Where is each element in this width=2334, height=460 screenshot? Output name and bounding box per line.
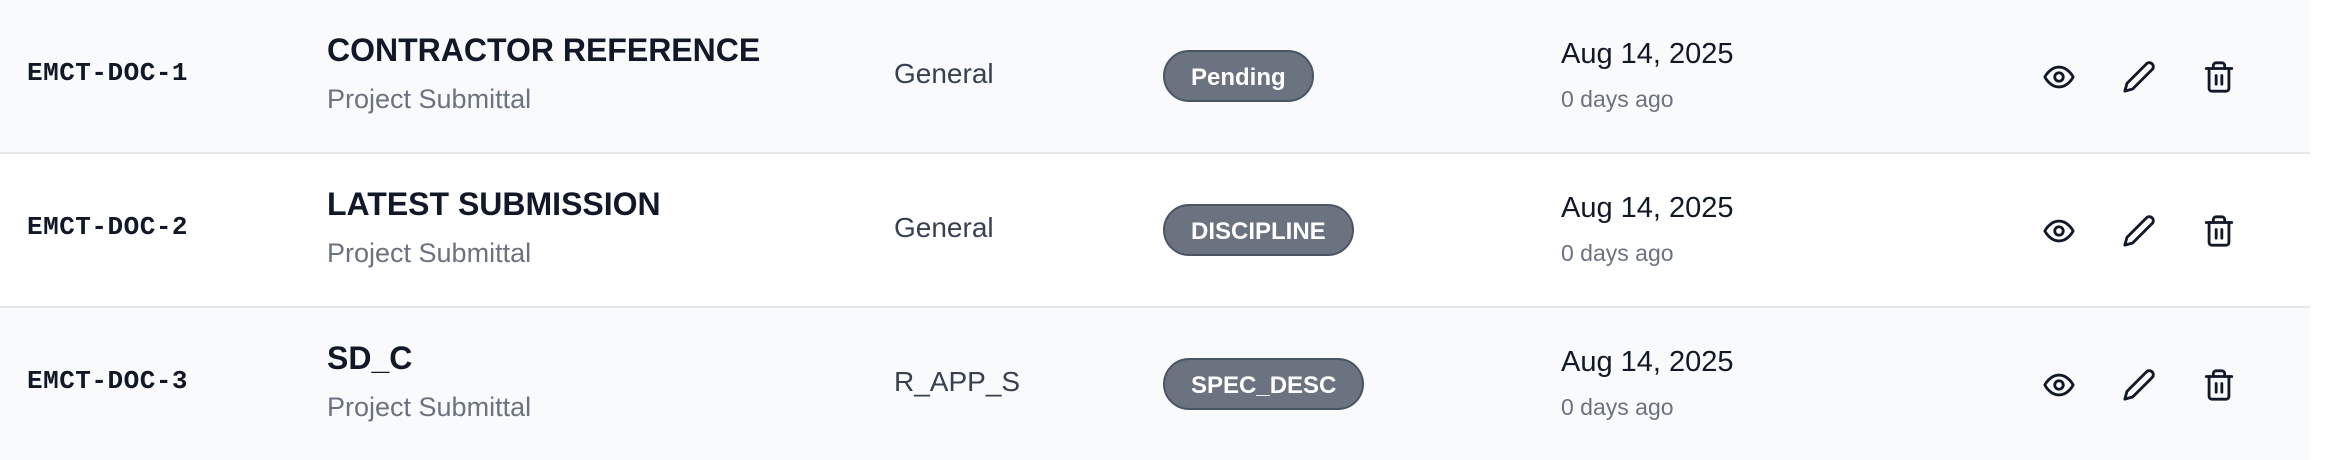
- view-button[interactable]: [2037, 363, 2081, 407]
- view-button[interactable]: [2037, 55, 2081, 99]
- document-date: Aug 14, 2025: [1561, 346, 1734, 378]
- trash-icon: [2204, 61, 2234, 93]
- document-id: EMCT-DOC-3: [27, 366, 189, 396]
- document-age: 0 days ago: [1561, 394, 1674, 420]
- edit-button[interactable]: [2117, 363, 2161, 407]
- delete-button[interactable]: [2197, 55, 2241, 99]
- table-row: EMCT-DOC-1 CONTRACTOR REFERENCE Project …: [0, 0, 2310, 154]
- status-badge: Pending: [1163, 50, 1314, 102]
- pencil-icon: [2123, 215, 2155, 247]
- table-row: EMCT-DOC-3 SD_C Project Submittal R_APP_…: [0, 308, 2310, 460]
- document-date: Aug 14, 2025: [1561, 38, 1734, 70]
- document-id: EMCT-DOC-1: [27, 58, 189, 88]
- view-button[interactable]: [2037, 209, 2081, 253]
- pencil-icon: [2123, 61, 2155, 93]
- document-age: 0 days ago: [1561, 86, 1674, 112]
- delete-button[interactable]: [2197, 363, 2241, 407]
- document-title: LATEST SUBMISSION: [327, 186, 661, 222]
- delete-button[interactable]: [2197, 209, 2241, 253]
- pencil-icon: [2123, 369, 2155, 401]
- document-category: General: [894, 212, 994, 243]
- status-badge: SPEC_DESC: [1163, 358, 1365, 410]
- documents-table: EMCT-DOC-1 CONTRACTOR REFERENCE Project …: [0, 0, 2334, 460]
- document-type: Project Submittal: [327, 238, 532, 268]
- document-age: 0 days ago: [1561, 240, 1674, 266]
- trash-icon: [2204, 215, 2234, 247]
- eye-icon: [2043, 373, 2075, 397]
- edit-button[interactable]: [2117, 55, 2161, 99]
- document-category: R_APP_S: [894, 366, 1021, 397]
- eye-icon: [2043, 65, 2075, 89]
- status-badge: DISCIPLINE: [1163, 204, 1354, 256]
- document-category: General: [894, 58, 994, 89]
- document-date: Aug 14, 2025: [1561, 192, 1734, 224]
- eye-icon: [2043, 219, 2075, 243]
- document-type: Project Submittal: [327, 392, 532, 422]
- document-title: SD_C: [327, 340, 413, 376]
- table-row: EMCT-DOC-2 LATEST SUBMISSION Project Sub…: [0, 154, 2310, 308]
- trash-icon: [2204, 369, 2234, 401]
- document-type: Project Submittal: [327, 84, 532, 114]
- edit-button[interactable]: [2117, 209, 2161, 253]
- document-id: EMCT-DOC-2: [27, 212, 189, 242]
- document-title: CONTRACTOR REFERENCE: [327, 32, 761, 68]
